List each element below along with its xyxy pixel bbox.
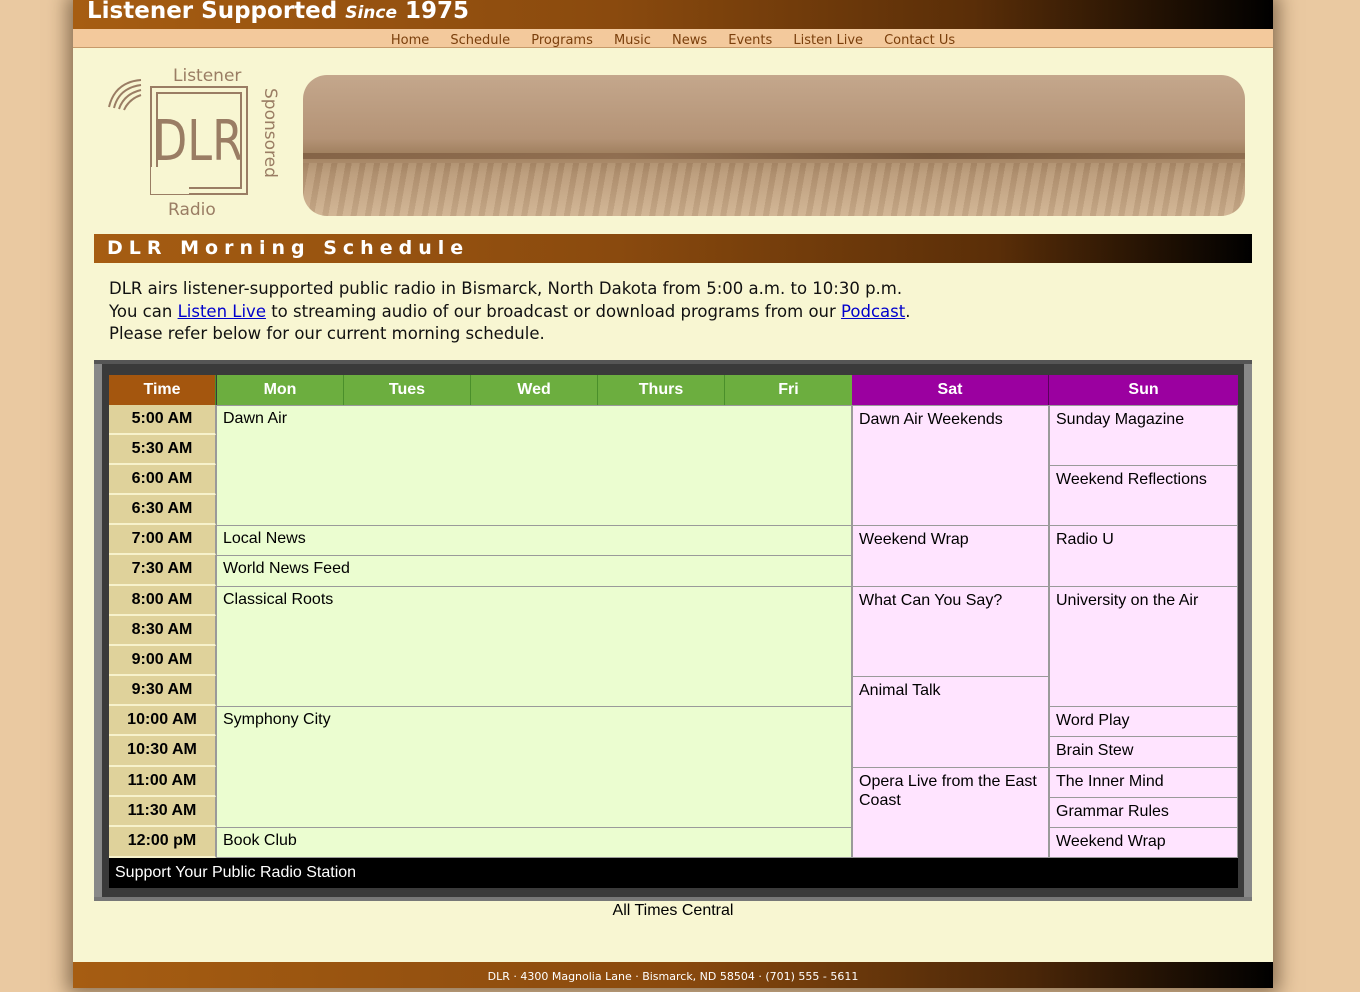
program-cell[interactable]: Classical Roots [216, 586, 852, 707]
program-cell[interactable]: University on the Air [1049, 586, 1238, 707]
listen-live-link[interactable]: Listen Live [178, 302, 266, 321]
program-cell[interactable]: Sunday Magazine [1049, 405, 1238, 466]
program-cell[interactable]: Opera Live from the East Coast [852, 767, 1049, 858]
header-mon: Mon [217, 375, 344, 405]
program-cell[interactable]: Animal Talk [852, 676, 1049, 768]
program-cell[interactable]: Local News [216, 525, 852, 556]
program-cell[interactable]: Weekend Reflections [1049, 465, 1238, 526]
nav-schedule[interactable]: Schedule [450, 32, 510, 50]
time-slot: 6:30 AM [109, 495, 216, 525]
podcast-link[interactable]: Podcast [841, 302, 905, 321]
time-slot: 9:00 AM [109, 646, 216, 676]
main-nav: Home Schedule Programs Music News Events… [73, 29, 1273, 48]
intro-text: DLR airs listener-supported public radio… [109, 278, 1209, 346]
logo-word-radio: Radio [168, 200, 216, 220]
page-footer: DLR · 4300 Magnolia Lane · Bismarck, ND … [73, 962, 1273, 988]
schedule-table: Time Mon Tues Wed Thurs Fri Sat Sun 5:00… [109, 375, 1238, 890]
intro-line-2-text-a: You can [109, 301, 178, 321]
time-slot: 12:00 pM [109, 827, 216, 858]
timezone-note: All Times Central [612, 902, 734, 919]
time-slot: 9:30 AM [109, 676, 216, 706]
header-tues: Tues [344, 375, 471, 405]
intro-line-2-text-b: to streaming audio of our broadcast or d… [265, 301, 842, 321]
time-slot: 11:30 AM [109, 797, 216, 827]
schedule-frame: Time Mon Tues Wed Thurs Fri Sat Sun 5:00… [94, 360, 1252, 901]
program-cell[interactable]: Weekend Wrap [852, 525, 1049, 587]
header-thurs: Thurs [598, 375, 725, 405]
time-slot: 10:00 AM [109, 706, 216, 736]
section-header: DLR Morning Schedule [94, 234, 1252, 263]
program-cell[interactable]: World News Feed [216, 555, 852, 587]
top-banner-bar: Listener Supported Since 1975 [73, 0, 1273, 29]
intro-line-1: DLR airs listener-supported public radio… [109, 279, 903, 298]
time-slot: 11:00 AM [109, 767, 216, 797]
program-cell[interactable]: Book Club [216, 827, 852, 858]
logo-word-sponsored: Sponsored [260, 88, 280, 178]
program-cell[interactable]: What Can You Say? [852, 586, 1049, 677]
header-sat: Sat [852, 375, 1049, 405]
prairie-banner-image [303, 75, 1245, 216]
time-slot: 6:00 AM [109, 465, 216, 495]
program-cell[interactable]: Brain Stew [1049, 736, 1238, 768]
nav-news[interactable]: News [672, 32, 707, 50]
program-cell[interactable]: Symphony City [216, 706, 852, 828]
program-cell[interactable]: Weekend Wrap [1049, 827, 1238, 858]
tagline-year: 1975 [405, 0, 470, 24]
header-time: Time [109, 375, 216, 405]
time-slot: 7:30 AM [109, 555, 216, 586]
header-wed: Wed [471, 375, 598, 405]
tagline-start: Listener Supported [87, 0, 338, 24]
time-slot: 10:30 AM [109, 736, 216, 767]
program-cell[interactable]: Dawn Air Weekends [852, 405, 1049, 526]
nav-contact-us[interactable]: Contact Us [884, 32, 955, 50]
tagline-since: Since [345, 3, 398, 23]
nav-music[interactable]: Music [614, 32, 651, 50]
logo-word-listener: Listener [173, 66, 241, 86]
time-slot: 5:00 AM [109, 405, 216, 435]
time-slot: 5:30 AM [109, 435, 216, 465]
dlr-logo[interactable]: Listener DLR Sponsored Radio [103, 62, 293, 222]
intro-line-2: You can Listen Live to streaming audio o… [109, 301, 1209, 324]
program-cell[interactable]: The Inner Mind [1049, 767, 1238, 798]
nav-home[interactable]: Home [391, 32, 429, 50]
logo-letters: DLR [153, 109, 243, 174]
nav-events[interactable]: Events [728, 32, 772, 50]
intro-line-2-text-c: . [905, 301, 911, 321]
station-tagline: Listener Supported Since 1975 [87, 0, 469, 24]
program-cell[interactable]: Radio U [1049, 525, 1238, 587]
program-cell[interactable]: Dawn Air [216, 405, 852, 526]
page-title: DLR Morning Schedule [107, 237, 470, 259]
time-slot: 7:00 AM [109, 525, 216, 555]
nav-programs[interactable]: Programs [531, 32, 593, 50]
time-slot: 8:00 AM [109, 586, 216, 616]
time-slot: 8:30 AM [109, 616, 216, 646]
header-sun: Sun [1049, 375, 1238, 405]
support-banner[interactable]: Support Your Public Radio Station [109, 858, 1238, 888]
header-fri: Fri [725, 375, 852, 405]
intro-line-3: Please refer below for our current morni… [109, 324, 545, 343]
program-cell[interactable]: Grammar Rules [1049, 797, 1238, 828]
nav-listen-live[interactable]: Listen Live [793, 32, 863, 50]
program-cell[interactable]: Word Play [1049, 706, 1238, 737]
page-container: Listener Supported Since 1975 Home Sched… [73, 0, 1273, 988]
